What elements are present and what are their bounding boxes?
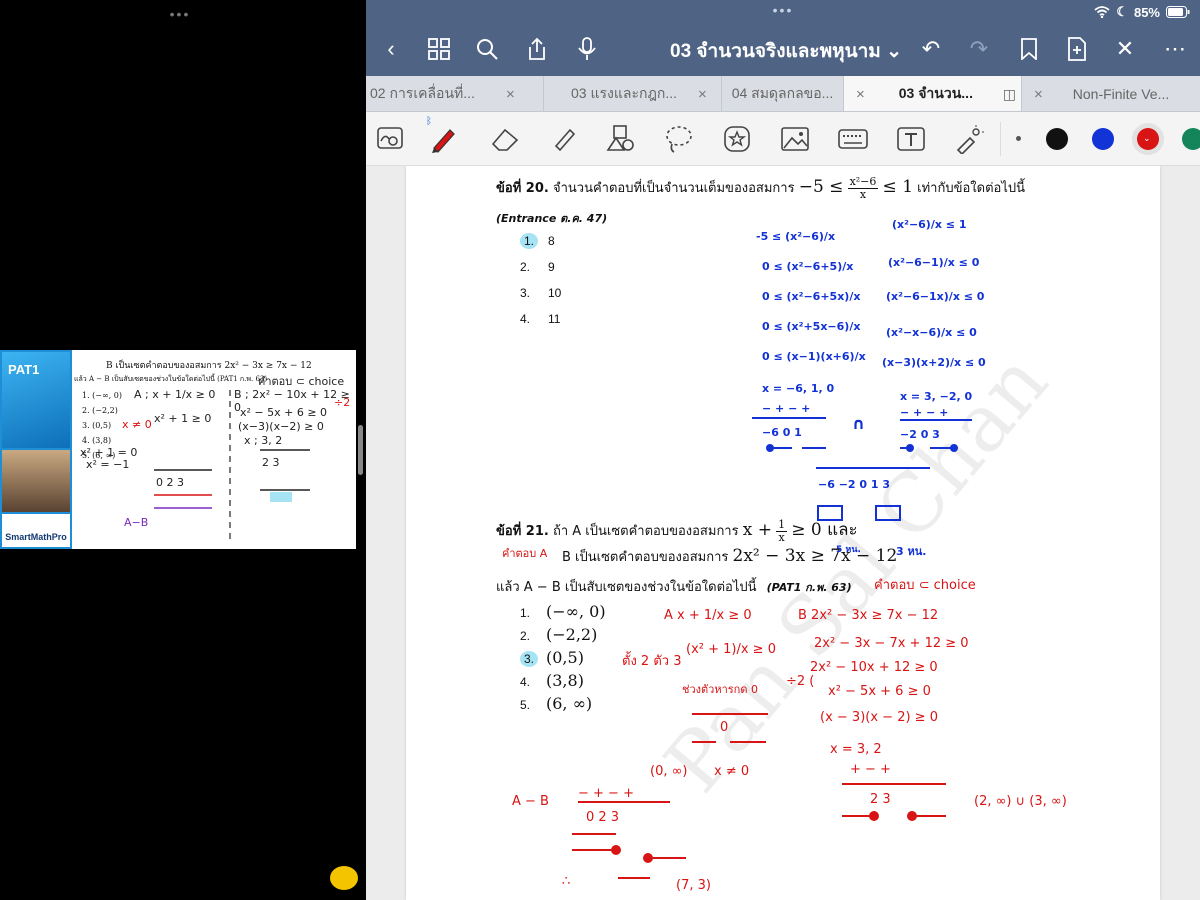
sticker-icon[interactable]: [720, 122, 754, 156]
split-window-icon[interactable]: ◫: [1003, 86, 1016, 103]
wifi-icon: [1094, 6, 1110, 18]
brand-logo: SmartMathPro: [2, 514, 70, 547]
color-swatch-black[interactable]: [1046, 128, 1068, 150]
shapes-icon[interactable]: [604, 122, 638, 156]
zoom-window-icon[interactable]: [374, 122, 408, 156]
document-title-dropdown[interactable]: 03 จำนวนจริงและพหุนาม ⌄: [656, 36, 916, 66]
grid-view-icon[interactable]: [424, 34, 454, 64]
video-highlight: [270, 492, 292, 502]
tab-equilibrium[interactable]: 04 สมดุลกลขอ...: [722, 76, 844, 111]
tab-label: 03 แรงและกฎก...: [571, 85, 677, 101]
tab-real-numbers[interactable]: × 03 จำนวน... ◫: [844, 76, 1022, 111]
keyboard-icon[interactable]: [836, 122, 870, 156]
left-split-pane: ••• PAT1 SmartMathPro B เป็นเซตคำตอบของอ…: [0, 0, 360, 900]
tab-bar: 02 การเคลื่อนที่... × 03 แรงและกฎก... × …: [366, 76, 1200, 112]
video-sidebar: PAT1 SmartMathPro: [0, 350, 72, 549]
tab-force-laws[interactable]: 03 แรงและกฎก... ×: [544, 76, 722, 111]
color-swatch-blue[interactable]: [1092, 128, 1114, 150]
tab-label: 04 สมดุลกลขอ...: [731, 85, 834, 101]
microphone-icon[interactable]: [572, 34, 602, 64]
video-thumbnail[interactable]: PAT1 SmartMathPro B เป็นเซตคำตอบของอสมกา…: [0, 350, 356, 549]
tab-label: 02 การเคลื่อนที่...: [370, 85, 475, 101]
document-page[interactable]: Pan Sal Chan ข้อที่ 20. จำนวนคำตอบที่เป็…: [406, 166, 1160, 900]
tab-non-finite[interactable]: × Non-Finite Ve...: [1022, 76, 1200, 111]
presenter-video: [2, 450, 70, 512]
redo-icon[interactable]: ↷: [964, 34, 994, 64]
book-cover-title: PAT1: [8, 362, 40, 377]
eraser-icon[interactable]: [488, 122, 522, 156]
toolbar-divider: [1000, 122, 1001, 156]
share-icon[interactable]: [522, 34, 552, 64]
tab-label: Non-Finite Ve...: [1072, 86, 1170, 102]
video-document-view: B เป็นเซตคำตอบของอสมการ 2x² − 3x ≥ 7x − …: [72, 350, 356, 549]
highlighter-icon[interactable]: [546, 122, 580, 156]
document-canvas[interactable]: Pan Sal Chan ข้อที่ 20. จำนวนคำตอบที่เป็…: [366, 166, 1200, 900]
notes-app: ••• ☾ 85% ‹ 03 จำนวนจริงและพหุนาม ⌄ ↶ ↷ …: [366, 0, 1200, 900]
status-bar: ••• ☾ 85%: [366, 0, 1200, 24]
close-tab-icon[interactable]: ×: [856, 86, 865, 103]
close-tab-icon[interactable]: ×: [698, 86, 707, 103]
battery-level: 85%: [1133, 4, 1160, 20]
pen-tool-icon[interactable]: [426, 122, 460, 156]
laser-pointer-icon[interactable]: [952, 122, 986, 156]
search-icon[interactable]: [472, 34, 502, 64]
back-button[interactable]: ‹: [376, 34, 406, 64]
moon-icon: ☾: [1116, 4, 1128, 19]
undo-icon[interactable]: ↶: [916, 34, 946, 64]
image-icon[interactable]: [778, 122, 812, 156]
tab-physics-motion[interactable]: 02 การเคลื่อนที่... ×: [366, 76, 544, 111]
text-box-icon[interactable]: [894, 122, 928, 156]
chevron-down-icon: ⌄: [1143, 133, 1151, 143]
color-swatch-green[interactable]: [1182, 128, 1200, 150]
book-cover-image: PAT1: [2, 352, 70, 448]
close-tab-icon[interactable]: ×: [506, 86, 515, 103]
pen-size-dot[interactable]: [1016, 136, 1021, 141]
split-view-divider-handle[interactable]: [358, 425, 363, 475]
closed-point: [869, 811, 879, 821]
lasso-icon[interactable]: [662, 122, 696, 156]
document-toolbar: ‹ 03 จำนวนจริงและพหุนาม ⌄ ↶ ↷ ✕ ⋯: [366, 24, 1200, 76]
owl-logo-icon: [330, 866, 358, 890]
screen: ••• PAT1 SmartMathPro B เป็นเซตคำตอบของอ…: [0, 0, 1200, 900]
pen-settings-icon[interactable]: ✕: [1110, 34, 1140, 64]
bookmark-icon[interactable]: [1014, 34, 1044, 64]
add-page-icon[interactable]: [1062, 34, 1092, 64]
video-ink-lines: [154, 390, 310, 540]
more-options-icon[interactable]: ⋯: [1160, 34, 1190, 64]
bluetooth-icon: ᛒ: [426, 115, 432, 127]
q21-ink-drawings: [572, 713, 946, 879]
close-tab-icon[interactable]: ×: [1034, 86, 1043, 103]
status-indicators: ☾ 85%: [1094, 4, 1190, 20]
pen-toolbar: ᛒ ⌄: [366, 112, 1200, 166]
multitask-dots[interactable]: •••: [366, 2, 1200, 18]
tab-label: 03 จำนวน...: [898, 85, 973, 101]
battery-icon: [1166, 6, 1190, 18]
left-multitask-dots[interactable]: •••: [0, 6, 360, 22]
